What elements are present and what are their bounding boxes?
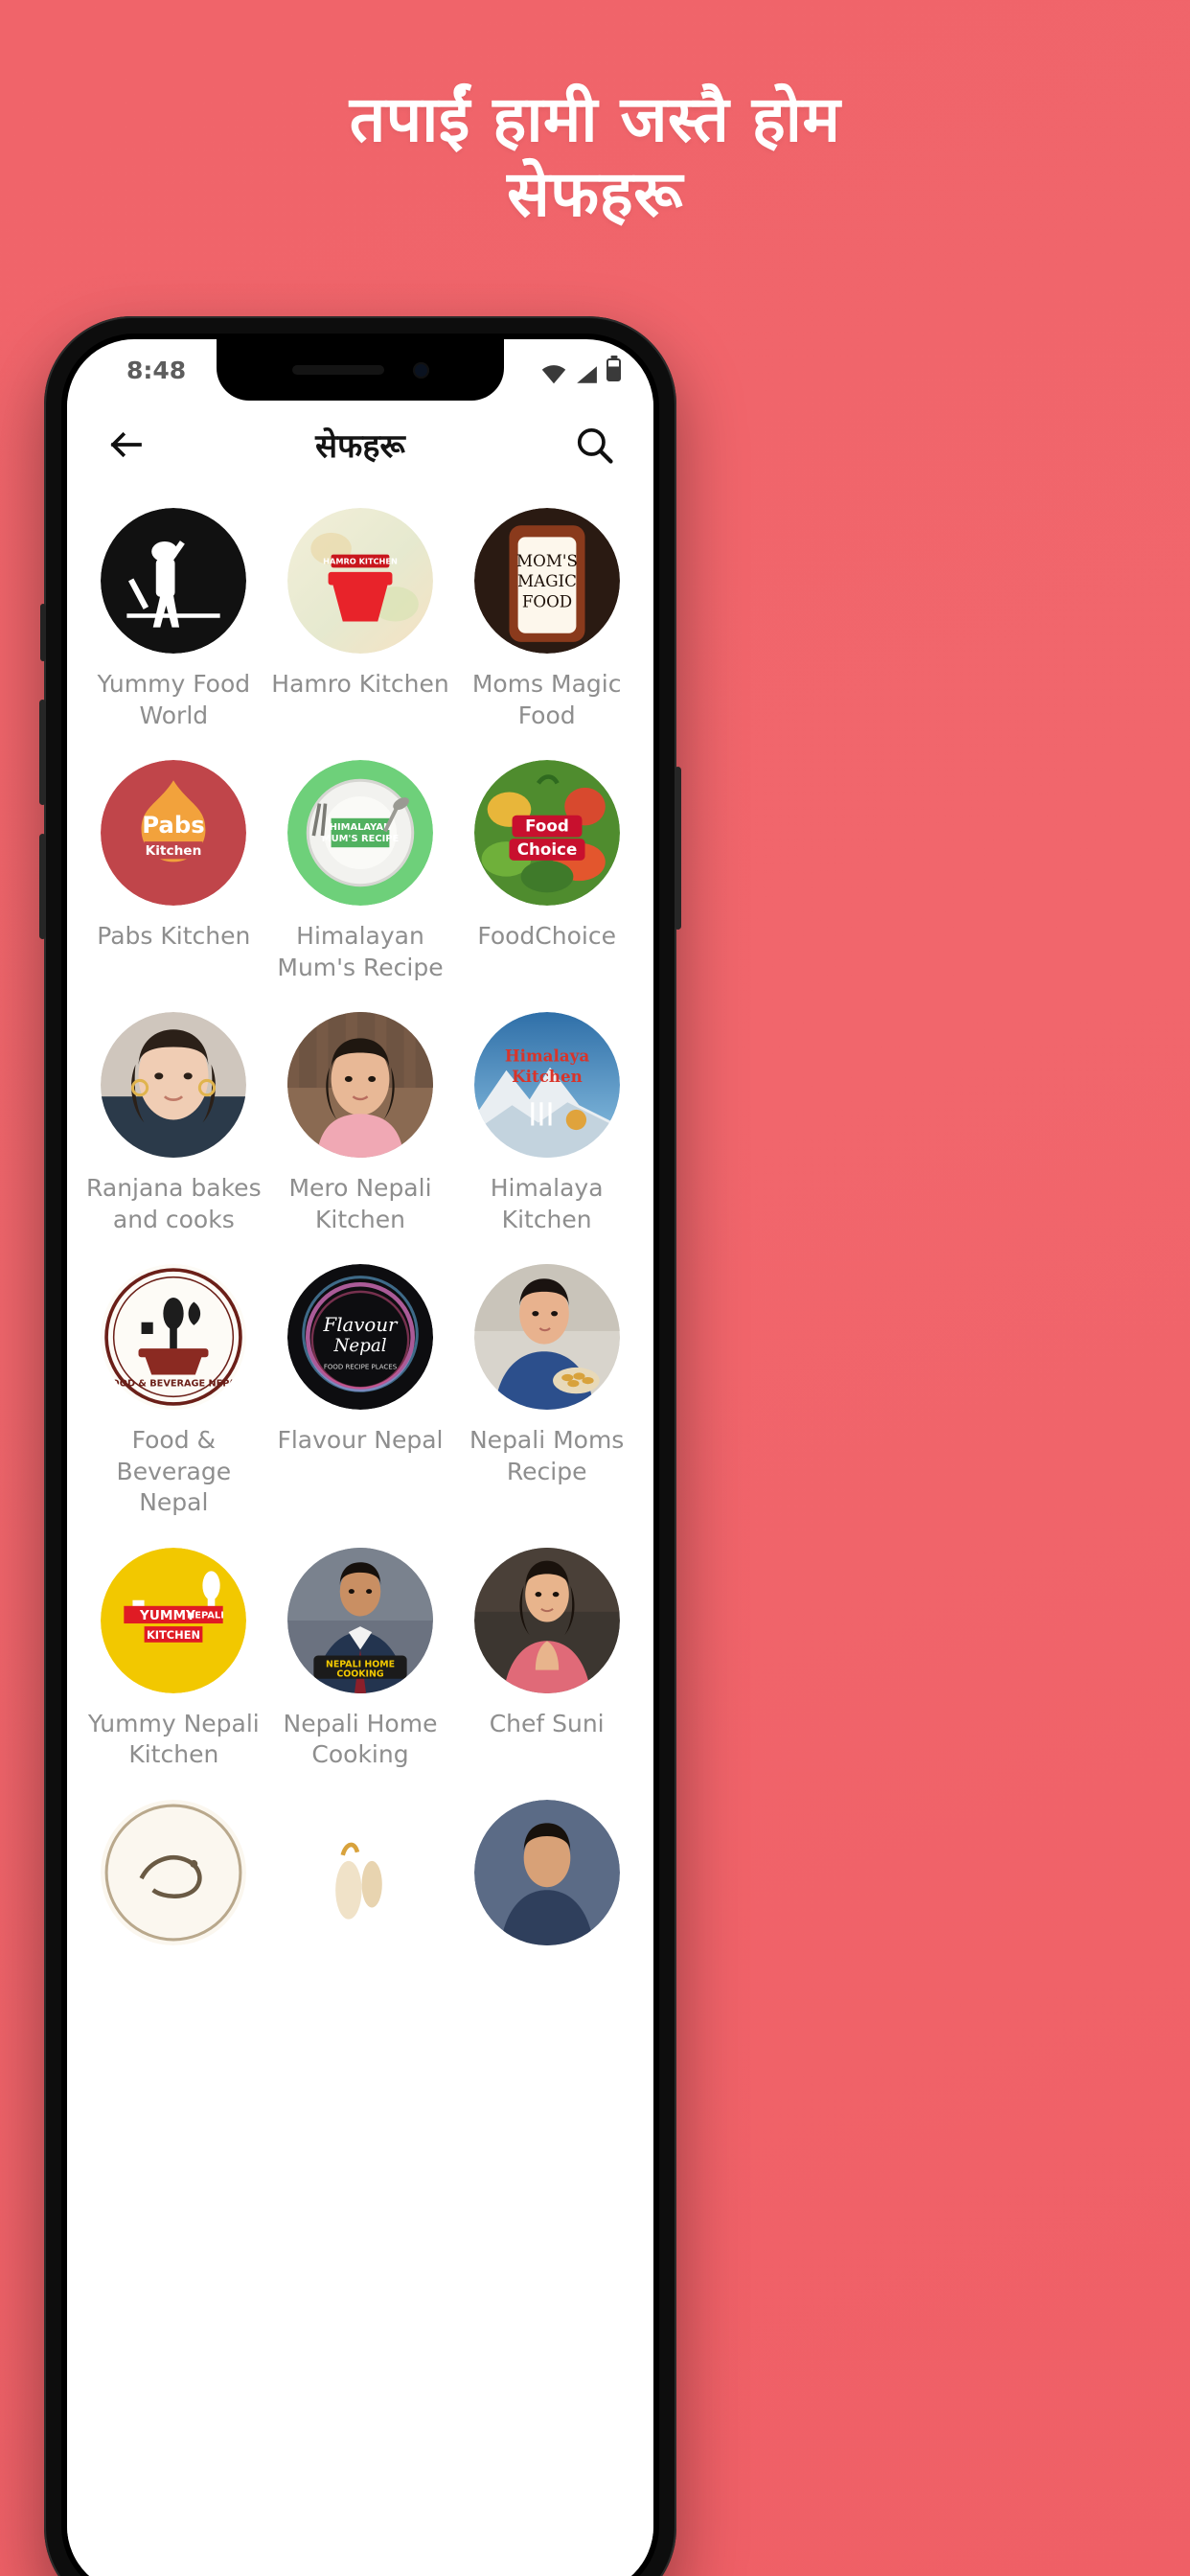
avatar: Himalaya Kitchen (473, 1012, 620, 1158)
list-item-label: Mero Nepali Kitchen (288, 1174, 432, 1233)
back-button[interactable] (96, 414, 157, 475)
mute-switch[interactable] (40, 604, 46, 661)
avatar: Food Choice (473, 760, 620, 906)
list-item-label: Himalayan Mum's Recipe (277, 922, 444, 981)
search-button[interactable] (563, 414, 625, 475)
avatar (473, 1799, 620, 1945)
svg-text:HIMALAYAN: HIMALAYAN (330, 822, 392, 833)
list-item[interactable] (80, 1786, 267, 1976)
list-item-label: Chef Suni (489, 1709, 605, 1737)
svg-text:COOKING: COOKING (336, 1668, 384, 1679)
list-item[interactable]: NEPALI HOME COOKING Nepali Home Cooking (267, 1534, 454, 1786)
svg-text:Flavour: Flavour (322, 1314, 399, 1336)
svg-text:Kitchen: Kitchen (146, 843, 202, 859)
svg-text:Pabs: Pabs (143, 811, 205, 839)
list-item[interactable]: HAMRO KITCHEN Hamro Kitchen (267, 494, 454, 747)
phone-device-frame: 8:48 सेफहरू Yummy Food World HAMRO KITCH… (39, 316, 681, 2576)
list-item-label: Food & Beverage Nepal (116, 1426, 232, 1516)
avatar (101, 1012, 247, 1158)
list-item[interactable]: Yummy Food World (80, 494, 267, 747)
list-item-label: Yummy Nepali Kitchen (87, 1709, 260, 1769)
headline-line-2: सेफहरू (507, 156, 683, 231)
list-item-label: Nepali Home Cooking (283, 1709, 438, 1769)
avatar: MOM'S MAGIC FOOD (473, 508, 620, 654)
svg-text:Choice: Choice (516, 840, 577, 859)
avatar (286, 1799, 433, 1945)
status-bar-icons (541, 358, 621, 384)
svg-text:FOOD & BEVERAGE NEPAL: FOOD & BEVERAGE NEPAL (105, 1379, 241, 1390)
avatar (101, 1799, 247, 1945)
list-item[interactable]: Himalaya Kitchen Himalaya Kitchen (453, 999, 640, 1251)
chef-grid: Yummy Food World HAMRO KITCHEN Hamro Kit… (67, 489, 653, 1976)
wifi-icon (541, 362, 566, 384)
status-bar-time: 8:48 (126, 356, 187, 384)
svg-text:HAMRO KITCHEN: HAMRO KITCHEN (323, 557, 398, 566)
svg-text:FOOD RECIPE PLACES: FOOD RECIPE PLACES (324, 1363, 398, 1370)
svg-text:KITCHEN: KITCHEN (147, 1628, 200, 1642)
list-item[interactable]: HIMALAYAN MUM'S RECIPE Himalayan Mum's R… (267, 747, 454, 999)
avatar (101, 508, 247, 654)
svg-text:Himalaya: Himalaya (504, 1046, 588, 1066)
list-item-label: Yummy Food World (97, 670, 251, 729)
svg-text:Food: Food (525, 816, 569, 835)
list-item[interactable]: Nepali Moms Recipe (453, 1251, 640, 1534)
chef-grid-scroll[interactable]: Yummy Food World HAMRO KITCHEN Hamro Kit… (67, 489, 653, 2576)
avatar: HAMRO KITCHEN (286, 508, 433, 654)
page-title: सेफहरू (315, 427, 405, 466)
svg-text:MUM'S RECIPE: MUM'S RECIPE (322, 834, 400, 844)
svg-text:Nepal: Nepal (332, 1336, 386, 1356)
list-item-label: Hamro Kitchen (271, 670, 449, 698)
list-item[interactable] (453, 1786, 640, 1976)
avatar: Flavour Nepal FOOD RECIPE PLACES (286, 1264, 433, 1410)
list-item[interactable]: MOM'S MAGIC FOOD Moms Magic Food (453, 494, 640, 747)
avatar: YUMMY NEPALI KITCHEN (101, 1547, 247, 1693)
battery-icon (606, 358, 621, 381)
signal-icon (575, 362, 598, 383)
volume-down-button[interactable] (39, 834, 46, 939)
list-item-label: Moms Magic Food (471, 670, 622, 729)
phone-screen: 8:48 सेफहरू Yummy Food World HAMRO KITCH… (67, 339, 653, 2576)
svg-text:Kitchen: Kitchen (512, 1067, 583, 1086)
svg-text:MAGIC: MAGIC (517, 571, 577, 590)
list-item[interactable]: Flavour Nepal FOOD RECIPE PLACES Flavour… (267, 1251, 454, 1534)
avatar: NEPALI HOME COOKING (286, 1547, 433, 1693)
svg-text:NEPALI: NEPALI (187, 1610, 224, 1621)
list-item[interactable]: Pabs Kitchen Pabs Kitchen (80, 747, 267, 999)
phone-bezel: 8:48 सेफहरू Yummy Food World HAMRO KITCH… (61, 334, 659, 2576)
app-bar: सेफहरू (67, 401, 653, 489)
list-item-label: Nepali Moms Recipe (469, 1426, 625, 1485)
list-item[interactable]: Mero Nepali Kitchen (267, 999, 454, 1251)
svg-text:MOM'S: MOM'S (516, 551, 578, 570)
avatar (286, 1012, 433, 1158)
avatar (473, 1547, 620, 1693)
svg-text:FOOD: FOOD (521, 591, 571, 610)
list-item-label: Himalaya Kitchen (490, 1174, 604, 1233)
volume-up-button[interactable] (39, 700, 46, 805)
list-item-label: Ranjana bakes and cooks (86, 1174, 262, 1233)
list-item[interactable]: Chef Suni (453, 1534, 640, 1786)
headline-line-1: तपाईं हामी जस्तै होम (349, 82, 841, 156)
list-item[interactable]: FOOD & BEVERAGE NEPAL Food & Beverage Ne… (80, 1251, 267, 1534)
list-item-label: Pabs Kitchen (97, 922, 251, 950)
avatar: Pabs Kitchen (101, 760, 247, 906)
list-item-label: FoodChoice (477, 922, 616, 950)
power-button[interactable] (675, 767, 681, 930)
avatar: HIMALAYAN MUM'S RECIPE (286, 760, 433, 906)
avatar: FOOD & BEVERAGE NEPAL (101, 1264, 247, 1410)
avatar (473, 1264, 620, 1410)
list-item-label: Flavour Nepal (277, 1426, 444, 1454)
status-bar: 8:48 (67, 339, 653, 401)
promo-headline: तपाईं हामी जस्तै होम सेफहरू (0, 82, 1190, 232)
list-item[interactable]: Ranjana bakes and cooks (80, 999, 267, 1251)
list-item[interactable]: YUMMY NEPALI KITCHEN Yummy Nepali Kitche… (80, 1534, 267, 1786)
list-item[interactable] (267, 1786, 454, 1976)
list-item[interactable]: Food Choice FoodChoice (453, 747, 640, 999)
